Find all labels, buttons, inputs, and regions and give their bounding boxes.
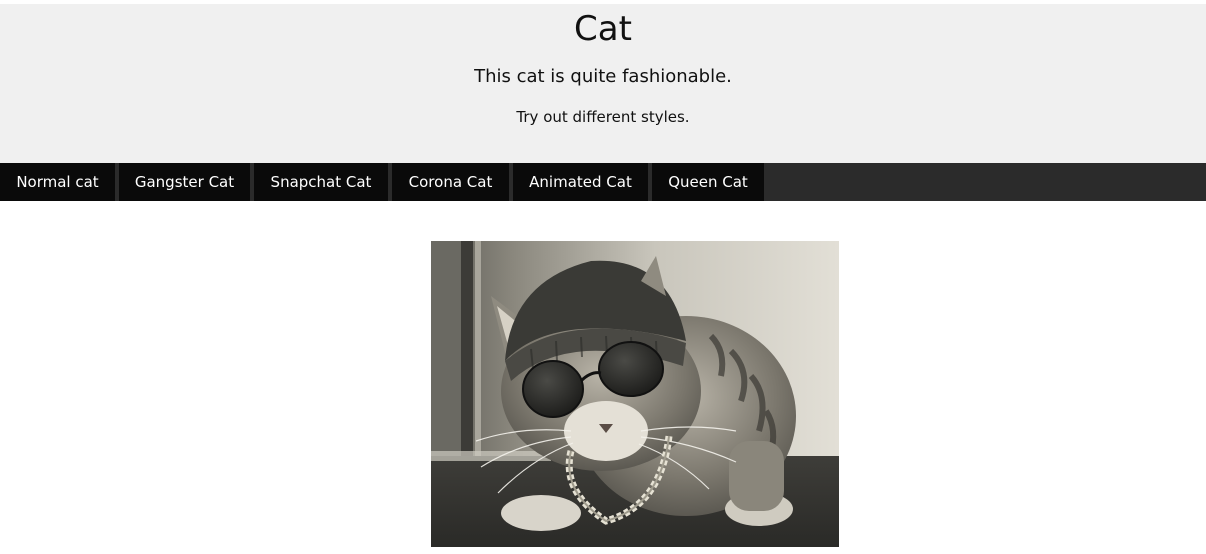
page-subtitle: This cat is quite fashionable. <box>474 66 732 87</box>
cat-photo <box>431 241 839 547</box>
style-nav-bar: Normal cat Gangster Cat Snapchat Cat Cor… <box>0 163 1206 201</box>
page-header: Cat This cat is quite fashionable. Try o… <box>0 4 1206 163</box>
nav-item-corona-cat[interactable]: Corona Cat <box>392 163 509 201</box>
nav-item-gangster-cat[interactable]: Gangster Cat <box>119 163 250 201</box>
page-title: Cat <box>574 9 632 49</box>
nav-item-normal-cat[interactable]: Normal cat <box>0 163 115 201</box>
nav-item-queen-cat[interactable]: Queen Cat <box>652 163 764 201</box>
nav-item-animated-cat[interactable]: Animated Cat <box>513 163 648 201</box>
nav-item-snapchat-cat[interactable]: Snapchat Cat <box>254 163 388 201</box>
page-hint: Try out different styles. <box>516 108 690 126</box>
cat-illustration <box>431 241 839 547</box>
